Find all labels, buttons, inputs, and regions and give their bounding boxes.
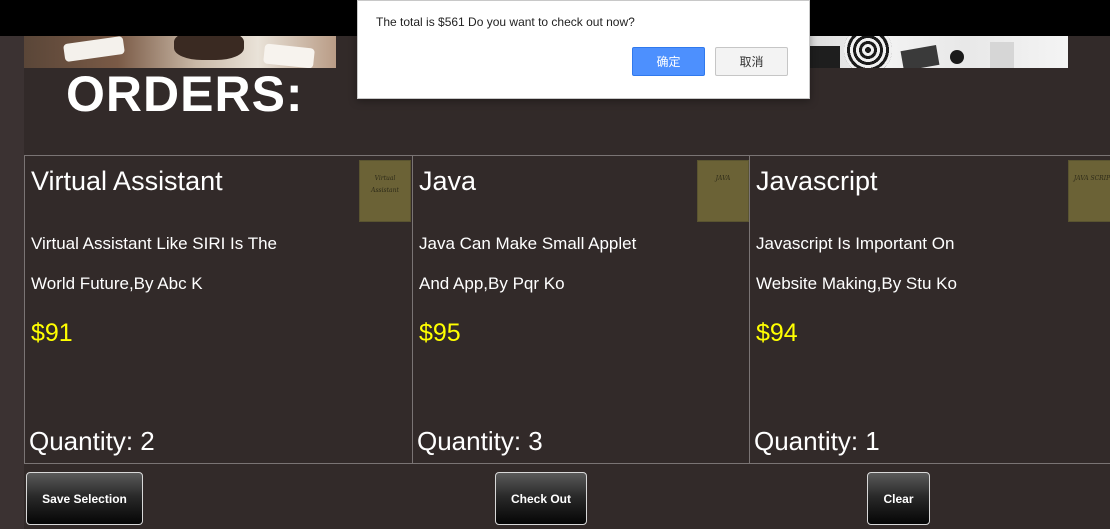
order-description: Javascript Is Important On Website Makin… bbox=[756, 224, 1056, 304]
order-price: $94 bbox=[756, 319, 798, 347]
order-price: $95 bbox=[419, 319, 461, 347]
order-price: $91 bbox=[31, 319, 73, 347]
clear-button[interactable]: Clear bbox=[867, 472, 930, 525]
header-banner-image-right bbox=[810, 36, 1068, 68]
order-description-line: And App,By Pqr Ko bbox=[419, 274, 565, 293]
header-banner-image-left bbox=[24, 36, 336, 68]
order-quantity: Quantity: 1 bbox=[754, 426, 880, 456]
order-title: Javascript bbox=[756, 166, 878, 196]
order-thumbnail-image: JAVA bbox=[697, 160, 749, 222]
dialog-ok-button[interactable]: 确定 bbox=[632, 47, 705, 76]
page-left-strip bbox=[0, 0, 24, 529]
check-out-button[interactable]: Check Out bbox=[495, 472, 587, 525]
order-description-line: Javascript Is Important On bbox=[756, 234, 955, 253]
order-card-virtual-assistant: Virtual Assistant Virtual Assistant Virt… bbox=[24, 155, 413, 464]
order-thumbnail-image: JAVA SCRIPT bbox=[1068, 160, 1110, 222]
order-card-java: Java JAVA Java Can Make Small Applet And… bbox=[412, 155, 750, 464]
order-description-line: World Future,By Abc K bbox=[31, 274, 203, 293]
page-title: ORDERS: bbox=[66, 66, 304, 122]
dialog-message: The total is $561 Do you want to check o… bbox=[376, 15, 635, 29]
order-thumbnail-image: Virtual Assistant bbox=[359, 160, 411, 222]
dialog-cancel-button[interactable]: 取消 bbox=[715, 47, 788, 76]
thumbnail-caption: JAVA SCRIPT bbox=[1073, 175, 1110, 182]
confirm-dialog: The total is $561 Do you want to check o… bbox=[357, 0, 810, 99]
order-description-line: Website Making,By Stu Ko bbox=[756, 274, 957, 293]
order-description-line: Virtual Assistant Like SIRI Is The bbox=[31, 234, 277, 253]
order-quantity: Quantity: 2 bbox=[29, 426, 155, 456]
order-title: Java bbox=[419, 166, 477, 196]
order-card-javascript: Javascript JAVA SCRIPT Javascript Is Imp… bbox=[749, 155, 1110, 464]
order-description-line: Java Can Make Small Applet bbox=[419, 234, 637, 253]
order-quantity: Quantity: 3 bbox=[417, 426, 543, 456]
thumbnail-caption: JAVA bbox=[715, 175, 731, 182]
order-description: Virtual Assistant Like SIRI Is The World… bbox=[31, 224, 331, 304]
save-selection-button[interactable]: Save Selection bbox=[26, 472, 143, 525]
order-title: Virtual Assistant bbox=[31, 166, 223, 196]
order-description: Java Can Make Small Applet And App,By Pq… bbox=[419, 224, 719, 304]
orders-list: Virtual Assistant Virtual Assistant Virt… bbox=[24, 155, 1110, 464]
thumbnail-caption: Virtual Assistant bbox=[371, 175, 399, 194]
